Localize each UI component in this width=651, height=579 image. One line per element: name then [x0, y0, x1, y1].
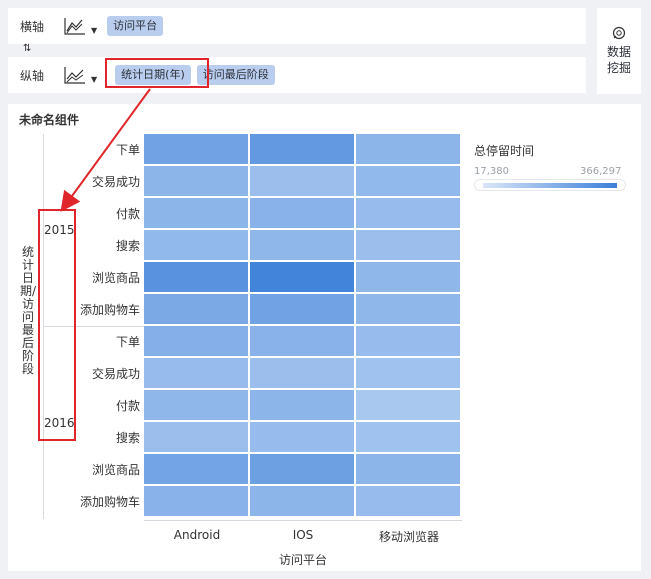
data-mining-panel[interactable]: 数据挖掘 — [597, 8, 641, 94]
heatmap-cell[interactable] — [250, 422, 354, 452]
row-label: 交易成功 — [91, 367, 140, 381]
highlight-box-year-pill — [105, 58, 209, 88]
legend-gradient — [483, 183, 617, 188]
data-mining-label: 数据挖掘 — [606, 45, 631, 75]
heatmap-cell[interactable] — [250, 230, 354, 260]
heatmap-cell[interactable] — [144, 326, 248, 356]
heatmap-cell[interactable] — [144, 198, 248, 228]
heatmap-cell[interactable] — [356, 294, 460, 324]
x-label-android: Android — [173, 528, 221, 542]
heatmap-cell[interactable] — [356, 326, 460, 356]
heatmap-cell[interactable] — [144, 422, 248, 452]
chevron-down-icon[interactable]: ▼ — [91, 75, 97, 84]
row-label: 添加购物车 — [79, 303, 140, 317]
heatmap-cell[interactable] — [144, 134, 248, 164]
row-label: 搜索 — [115, 431, 140, 445]
y-axis-title: 统计日期/访问最后阶段 — [20, 245, 37, 376]
row-label: 交易成功 — [91, 175, 140, 189]
heatmap-cell[interactable] — [250, 358, 354, 388]
heatmap-cell[interactable] — [250, 486, 354, 516]
x-label-mobile-browser: 移动浏览器 — [378, 530, 439, 544]
row-label: 付款 — [115, 399, 140, 413]
row-label: 添加购物车 — [79, 495, 140, 509]
heatmap-cell[interactable] — [356, 230, 460, 260]
row-label: 下单 — [115, 335, 140, 349]
heatmap-cell[interactable] — [144, 166, 248, 196]
heatmap-cell[interactable] — [250, 454, 354, 484]
y-axis-label: 纵轴 — [20, 68, 45, 83]
x-axis-bar: 横轴 ▼ 访问平台 — [8, 8, 586, 44]
heatmap-cell[interactable] — [250, 262, 354, 292]
heatmap-cell[interactable] — [144, 294, 248, 324]
heatmap-cell[interactable] — [144, 230, 248, 260]
heatmap-cell[interactable] — [144, 390, 248, 420]
row-label: 下单 — [115, 143, 140, 157]
heatmap-cell[interactable] — [250, 390, 354, 420]
x-axis-title: 访问平台 — [278, 553, 327, 567]
heatmap-cell[interactable] — [356, 262, 460, 292]
component-title: 未命名组件 — [19, 113, 80, 127]
row-label: 浏览商品 — [91, 463, 140, 477]
legend-range-slider[interactable] — [474, 179, 626, 191]
heatmap-cell[interactable] — [144, 454, 248, 484]
heatmap-cell[interactable] — [356, 390, 460, 420]
x-axis-field-pill[interactable]: 访问平台 — [107, 16, 164, 36]
heatmap-cell[interactable] — [250, 326, 354, 356]
heatmap-cell[interactable] — [144, 486, 248, 516]
heatmap-cell[interactable] — [250, 166, 354, 196]
highlight-box-year-labels — [38, 209, 76, 441]
heatmap-cell[interactable] — [250, 294, 354, 324]
mining-icon — [612, 26, 626, 40]
row-label: 搜索 — [115, 239, 140, 253]
legend-title: 总停留时间 — [474, 144, 535, 158]
heatmap-cell[interactable] — [356, 134, 460, 164]
heatmap-cell[interactable] — [250, 134, 354, 164]
heatmap-cell[interactable] — [356, 198, 460, 228]
heatmap-cell[interactable] — [356, 358, 460, 388]
line-chart-icon[interactable] — [60, 64, 90, 86]
x-label-ios: IOS — [292, 528, 314, 542]
heatmap-cell[interactable] — [144, 262, 248, 292]
row-label: 付款 — [115, 207, 140, 221]
heatmap-cell[interactable] — [144, 358, 248, 388]
area-chart-icon[interactable] — [60, 15, 90, 37]
legend-max: 366,297 — [580, 166, 622, 177]
x-axis-line — [144, 520, 462, 521]
heatmap-cell[interactable] — [356, 486, 460, 516]
chart-component: 未命名组件 统计日期/访问最后阶段 2015 2016 下单 交易成功 付款 搜索 浏览… — [8, 104, 641, 571]
x-axis-label: 横轴 — [20, 19, 45, 34]
heatmap-cell[interactable] — [250, 198, 354, 228]
y-axis-bar: 纵轴 ▼ 统计日期(年) 访问最后阶段 — [8, 57, 586, 93]
chevron-down-icon[interactable]: ▼ — [91, 26, 97, 35]
legend-min: 17,380 — [474, 166, 509, 177]
swap-axes-icon[interactable]: ⇅ — [23, 43, 31, 54]
heatmap-cell[interactable] — [356, 422, 460, 452]
row-label: 浏览商品 — [91, 271, 140, 285]
heatmap-cell[interactable] — [356, 166, 460, 196]
heatmap — [144, 134, 460, 516]
heatmap-cell[interactable] — [356, 454, 460, 484]
